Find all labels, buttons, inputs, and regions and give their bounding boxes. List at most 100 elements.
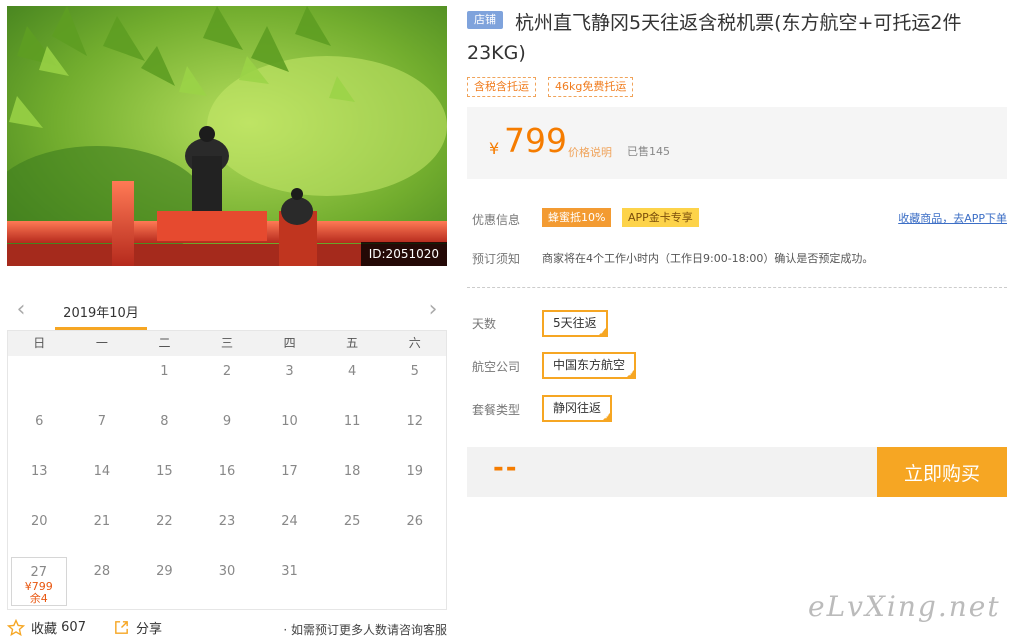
calendar-day: 16 <box>196 456 259 506</box>
calendar-day-number: 5 <box>410 364 419 379</box>
calendar-day-available[interactable]: 27 ¥799 余4 <box>11 557 67 606</box>
calendar-day-number: 29 <box>156 564 173 579</box>
calendar-day: 29 <box>133 556 196 606</box>
calendar-day: 11 <box>321 406 384 456</box>
calendar-prev-icon[interactable]: ‹ <box>11 299 31 322</box>
option-days[interactable]: 5天往返 ✓ <box>542 310 608 337</box>
action-row: 收藏 607 分享 · 如需预订更多人数请咨询客服 <box>7 618 447 640</box>
share-icon <box>115 621 128 634</box>
calendar-day: 8 <box>133 406 196 456</box>
calendar-day-number: 24 <box>281 514 298 529</box>
calendar-day: 5 <box>383 356 446 406</box>
tag-free-baggage: 46kg免费托运 <box>548 77 634 97</box>
calendar-day: 22 <box>133 506 196 556</box>
calendar-day: 15 <box>133 456 196 506</box>
calendar-day-number: 28 <box>93 564 111 579</box>
favorite-label: 收藏 <box>31 622 58 637</box>
calendar-day-number: 17 <box>281 464 298 479</box>
share-button[interactable]: 分享 <box>113 618 162 637</box>
calendar-weekdays: 日 一 二 三 四 五 六 <box>8 331 446 356</box>
weekday-sat: 六 <box>408 336 421 350</box>
calendar-day: 30 <box>196 556 259 606</box>
check-icon: ✓ <box>599 328 606 336</box>
check-icon: ✓ <box>604 413 611 421</box>
calendar-day: 3 <box>258 356 321 406</box>
calendar-day: 9 <box>196 406 259 456</box>
option-package-value: 静冈往返 <box>553 401 602 415</box>
calendar-days: 1 2 3 4 5 6 7 8 9 10 11 12 13 14 15 16 17 18 19 20 21 22 23 24 2… <box>8 356 446 606</box>
promo-badge-honey: 蜂蜜抵10% <box>542 208 612 227</box>
calendar-day: 20 <box>8 506 71 556</box>
booking-notice: 商家将在4个工作小时内（工作日9:00-18:00）确认是否预定成功。 <box>542 252 874 265</box>
calendar-month: 2019年10月 <box>55 302 147 330</box>
option-label-airline: 航空公司 <box>472 360 521 374</box>
favorite-count: 607 <box>61 620 86 635</box>
promo-badge-app: APP金卡专享 <box>622 208 699 227</box>
buy-now-button[interactable]: 立即购买 <box>877 447 1007 497</box>
calendar-day: 26 <box>383 506 446 556</box>
calendar-day: 31 <box>258 556 321 606</box>
promo-label: 优惠信息 <box>472 213 521 227</box>
purchase-bar: -- 立即购买 <box>467 447 1007 497</box>
calendar-day: 25 <box>321 506 384 556</box>
weekday-sun: 日 <box>33 336 46 350</box>
calendar-day: 12 <box>383 406 446 456</box>
option-label-package: 套餐类型 <box>472 403 521 417</box>
calendar-day-number: 19 <box>406 464 423 479</box>
calendar-day: 4 <box>321 356 384 406</box>
tag-tax-baggage: 含税含托运 <box>467 77 536 97</box>
calendar-day-number: 9 <box>222 414 232 429</box>
calendar-day-number: 26 <box>406 514 423 529</box>
favorite-button[interactable]: 收藏 607 <box>7 618 86 637</box>
calendar-day: 18 <box>321 456 384 506</box>
price-value: 799 <box>504 121 567 160</box>
calendar-day-number: 23 <box>218 514 236 529</box>
calendar-day-number: 13 <box>31 464 48 479</box>
option-package[interactable]: 静冈往返 ✓ <box>542 395 613 422</box>
calendar-day-number: 16 <box>218 464 236 479</box>
app-order-link[interactable]: 收藏商品，去APP下单 <box>898 210 1007 226</box>
calendar-day-number: 14 <box>93 464 111 479</box>
option-days-value: 5天往返 <box>553 316 597 330</box>
calendar-day-stock: 余4 <box>29 592 48 605</box>
booking-label: 预订须知 <box>472 252 521 266</box>
calendar-day-number: 22 <box>156 514 173 529</box>
product-title: 杭州直飞静冈5天往返含税机票(东方航空+可托运2件23KG) <box>467 12 962 64</box>
sold-count: 已售145 <box>627 145 670 158</box>
check-icon: ✓ <box>628 370 635 378</box>
site-watermark: eLvXing.net <box>808 590 1001 623</box>
calendar-day: 6 <box>8 406 71 456</box>
calendar-day-number: 25 <box>343 514 361 529</box>
calendar-day: 10 <box>258 406 321 456</box>
consult-note: · 如需预订更多人数请咨询客服 <box>283 623 447 637</box>
calendar-blank <box>71 356 134 406</box>
star-icon <box>7 618 25 636</box>
photo-scene <box>7 6 447 266</box>
calendar-day-number: 11 <box>343 414 361 429</box>
calendar-day-number: 18 <box>343 464 361 479</box>
calendar-header: ‹ 2019年10月 › <box>7 296 447 330</box>
weekday-mon: 一 <box>95 336 108 350</box>
calendar-day: 17 <box>258 456 321 506</box>
calendar-day: 7 <box>71 406 134 456</box>
calendar-day-number: 4 <box>347 364 357 379</box>
divider <box>467 287 1007 288</box>
share-label: 分享 <box>136 622 163 637</box>
price-note-link[interactable]: 价格说明 <box>568 144 612 160</box>
calendar-day-number: 31 <box>281 564 298 579</box>
calendar-day-number: 20 <box>31 514 48 529</box>
calendar-blank <box>8 356 71 406</box>
calendar-day-number: 15 <box>156 464 173 479</box>
product-photo: ID:2051020 <box>7 6 447 266</box>
product-tags: 含税含托运 46kg免费托运 <box>467 77 634 97</box>
option-airline[interactable]: 中国东方航空 ✓ <box>542 352 637 379</box>
calendar-day: 19 <box>383 456 446 506</box>
calendar-next-icon[interactable]: › <box>423 299 443 322</box>
calendar-day: 24 <box>258 506 321 556</box>
option-label-days: 天数 <box>472 317 497 331</box>
calendar-day-number: 2 <box>222 364 232 379</box>
calendar-day-number: 12 <box>406 414 423 429</box>
calendar-day-number: 10 <box>281 414 298 429</box>
price-box: ¥ 799 价格说明 已售145 <box>467 107 1007 179</box>
calendar-day-number: 6 <box>35 414 44 429</box>
